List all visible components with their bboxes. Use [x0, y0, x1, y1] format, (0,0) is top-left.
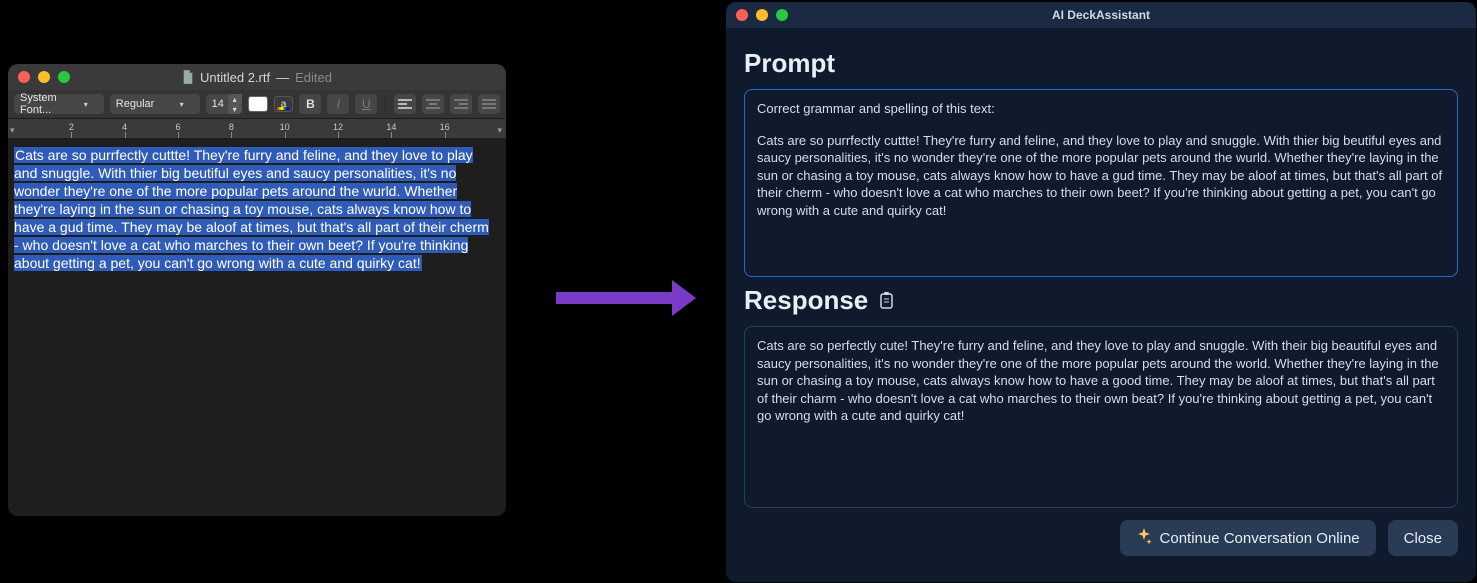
align-left-button[interactable] [394, 94, 416, 114]
ruler-tick [285, 132, 286, 138]
ruler-tick [178, 132, 179, 138]
response-heading: Response [744, 285, 1458, 316]
left-indent-marker-icon[interactable]: ▾ [10, 125, 15, 136]
prompt-body-text: Cats are so purrfectly cuttte! They're f… [757, 132, 1445, 220]
close-window-button[interactable] [736, 9, 748, 21]
close-window-button[interactable] [18, 71, 30, 83]
minimize-window-button[interactable] [38, 71, 50, 83]
copy-response-button[interactable] [878, 285, 894, 316]
format-toolbar: System Font... ▾ Regular ▾ 14 ▴ ▾ a B I … [8, 90, 506, 119]
align-right-button[interactable] [450, 94, 472, 114]
underline-button[interactable]: U [355, 94, 377, 114]
continue-conversation-button[interactable]: Continue Conversation Online [1120, 520, 1376, 556]
font-size-decrease-button[interactable]: ▾ [228, 104, 242, 114]
font-size-value[interactable]: 14 [206, 98, 228, 110]
prompt-heading: Prompt [744, 48, 1458, 79]
titlebar: Untitled 2.rtf — Edited [8, 64, 506, 90]
window-title: AI DeckAssistant [1052, 8, 1150, 22]
ruler-number: 4 [122, 122, 127, 132]
document-filename: Untitled 2.rtf [200, 70, 270, 85]
textedit-window: Untitled 2.rtf — Edited System Font... ▾… [8, 64, 506, 516]
highlight-color-swatch[interactable]: a [274, 96, 294, 112]
ruler[interactable]: ▾ ▾ 2 4 6 8 10 12 14 16 [8, 119, 506, 139]
chevron-down-icon: ▾ [176, 100, 184, 109]
bold-button[interactable]: B [299, 94, 321, 114]
ruler-number: 16 [440, 122, 450, 132]
bold-glyph: B [306, 97, 315, 111]
titlebar-dash: — [276, 70, 289, 85]
chevron-down-icon: ▾ [80, 100, 88, 109]
ruler-number: 12 [333, 122, 343, 132]
ruler-tick [391, 132, 392, 138]
underline-glyph: U [362, 97, 371, 111]
selected-text[interactable]: Cats are so purrfectly cuttte! They're f… [14, 147, 489, 271]
right-indent-marker-icon[interactable]: ▾ [497, 125, 502, 136]
text-color-swatch[interactable] [248, 96, 268, 112]
italic-button[interactable]: I [327, 94, 349, 114]
document-body[interactable]: Cats are so purrfectly cuttte! They're f… [8, 139, 506, 516]
ruler-number: 14 [386, 122, 396, 132]
ai-content: Prompt Correct grammar and spelling of t… [726, 28, 1476, 582]
ruler-number: 10 [280, 122, 290, 132]
ruler-tick [338, 132, 339, 138]
font-size-increase-button[interactable]: ▴ [228, 94, 242, 104]
arrow-icon [556, 280, 696, 316]
response-panel[interactable]: Cats are so perfectly cute! They're furr… [744, 326, 1458, 508]
prompt-heading-text: Prompt [744, 48, 835, 79]
prompt-instruction: Correct grammar and spelling of this tex… [757, 100, 1445, 118]
font-weight-select[interactable]: Regular ▾ [110, 94, 200, 114]
ruler-tick [125, 132, 126, 138]
align-center-button[interactable] [422, 94, 444, 114]
response-body-text: Cats are so perfectly cute! They're furr… [757, 337, 1445, 425]
window-title: Untitled 2.rtf — Edited [182, 70, 332, 85]
ruler-number: 6 [175, 122, 180, 132]
window-controls [736, 9, 788, 21]
ruler-tick [445, 132, 446, 138]
window-controls [18, 71, 70, 83]
ruler-number: 8 [229, 122, 234, 132]
titlebar: AI DeckAssistant [726, 2, 1476, 28]
ruler-number: 2 [69, 122, 74, 132]
close-button[interactable]: Close [1388, 520, 1458, 556]
ruler-tick [231, 132, 232, 138]
minimize-window-button[interactable] [756, 9, 768, 21]
zoom-window-button[interactable] [776, 9, 788, 21]
font-weight-value: Regular [116, 98, 155, 110]
align-justify-button[interactable] [478, 94, 500, 114]
continue-button-label: Continue Conversation Online [1160, 530, 1360, 547]
font-family-select[interactable]: System Font... ▾ [14, 94, 104, 114]
ai-deckassistant-window: AI DeckAssistant Prompt Correct grammar … [726, 2, 1476, 582]
font-family-value: System Font... [20, 92, 80, 116]
response-heading-text: Response [744, 285, 868, 316]
close-button-label: Close [1404, 530, 1442, 547]
prompt-panel[interactable]: Correct grammar and spelling of this tex… [744, 89, 1458, 277]
document-status: Edited [295, 70, 332, 85]
document-icon [182, 70, 194, 84]
ruler-tick [71, 132, 72, 138]
toolbar-separator [385, 96, 386, 112]
zoom-window-button[interactable] [58, 71, 70, 83]
italic-glyph: I [337, 97, 340, 111]
footer-actions: Continue Conversation Online Close [744, 520, 1458, 556]
font-size-stepper: 14 ▴ ▾ [206, 94, 242, 114]
sparkle-icon [1136, 528, 1152, 548]
